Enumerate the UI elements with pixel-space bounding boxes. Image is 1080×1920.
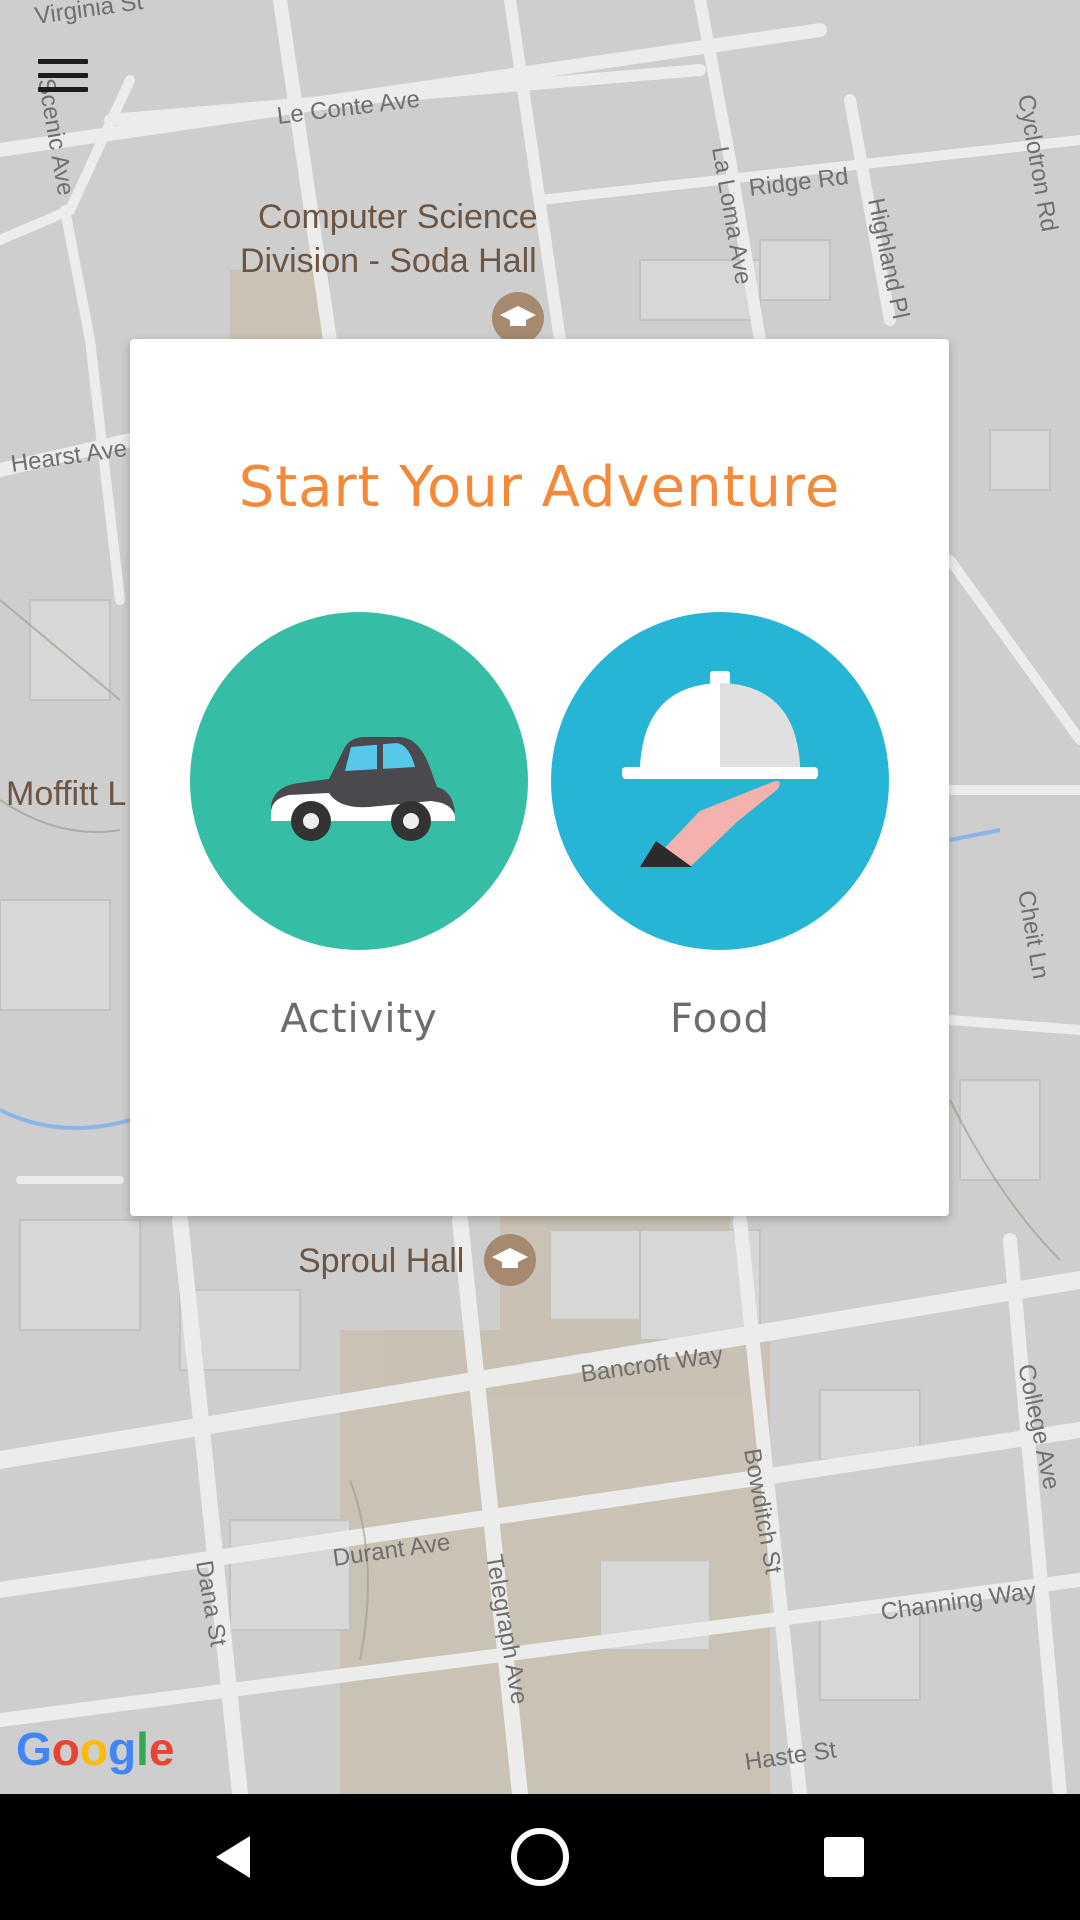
recents-icon[interactable] — [784, 1794, 904, 1920]
food-circle[interactable] — [551, 612, 889, 950]
soda-hall-label-line1: Computer Science — [258, 198, 538, 236]
start-adventure-dialog: Start Your Adventure Activity Food — [130, 339, 949, 1216]
dialog-title: Start Your Adventure — [238, 455, 841, 520]
google-logo-letter: o — [79, 1723, 108, 1775]
food-label: Food — [670, 996, 770, 1042]
home-icon[interactable] — [480, 1794, 600, 1920]
graduation-cap-icon — [484, 1234, 536, 1286]
menu-line — [38, 58, 88, 64]
back-icon[interactable] — [175, 1794, 295, 1920]
activity-label: Activity — [280, 996, 438, 1042]
soda-hall-label-line2: Division - Soda Hall — [240, 242, 537, 280]
navigation-bar — [0, 1794, 1080, 1920]
moffitt-label: Moffitt L — [6, 775, 126, 813]
google-logo-letter: e — [148, 1723, 175, 1775]
serving-cloche-icon — [622, 671, 818, 867]
google-logo-letter: g — [108, 1723, 137, 1775]
car-icon — [270, 737, 455, 841]
activity-option[interactable]: Activity — [190, 612, 528, 1042]
google-logo-letter: l — [136, 1723, 149, 1775]
activity-circle[interactable] — [190, 612, 528, 950]
menu-line — [38, 86, 88, 92]
google-logo: Google — [16, 1722, 174, 1776]
google-logo-letter: G — [16, 1723, 52, 1775]
menu-line — [38, 72, 88, 78]
graduation-cap-icon — [492, 292, 544, 344]
food-option[interactable]: Food — [551, 612, 889, 1042]
sproul-hall-label: Sproul Hall — [298, 1242, 464, 1280]
hamburger-menu-icon[interactable] — [38, 50, 108, 100]
google-logo-letter: o — [51, 1723, 80, 1775]
